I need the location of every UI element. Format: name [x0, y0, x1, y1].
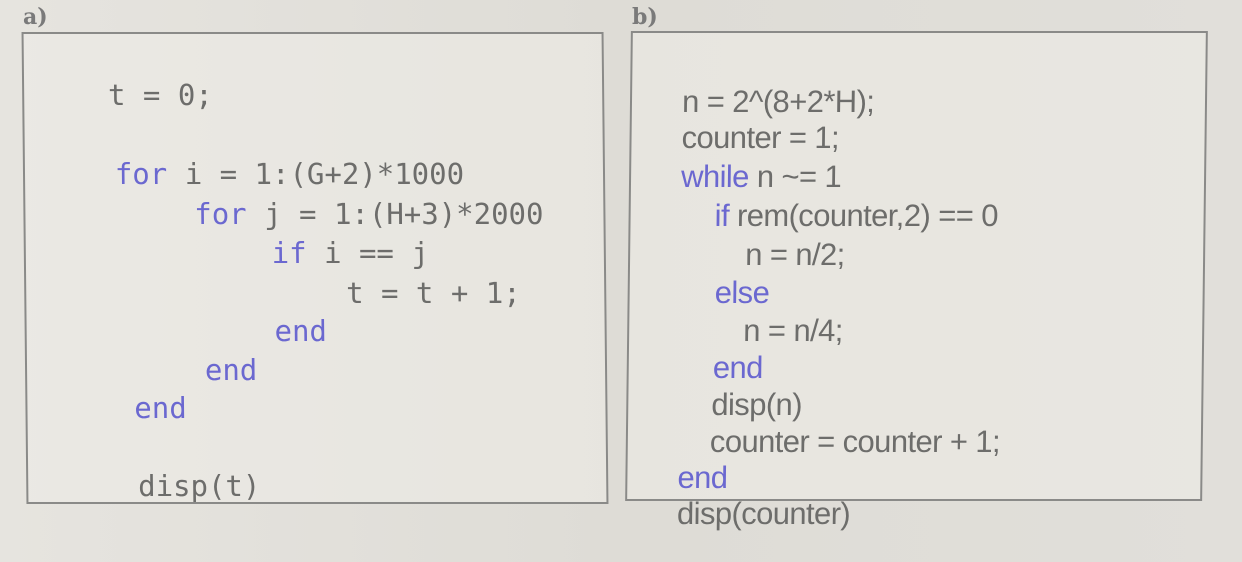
code-text: disp(t) [138, 469, 261, 503]
code-keyword: end [134, 391, 187, 425]
code-line: end [64, 365, 187, 452]
code-keyword: end [274, 314, 327, 348]
code-text: t = t + 1; [346, 276, 521, 310]
panel-b-label: b) [632, 6, 658, 28]
code-line: disp(counter) [644, 467, 850, 560]
code-text: disp(counter) [677, 496, 851, 531]
panel-a-label: a) [23, 6, 48, 28]
code-line: disp(t) [68, 443, 261, 530]
code-text: counter = counter + 1; [710, 424, 1001, 459]
code-panel-b: n = 2^(8+2*H); counter = 1; while n ~= 1… [625, 31, 1208, 501]
code-panel-a: t = 0; for i = 1:(G+2)*1000 for j = 1:(H… [22, 32, 609, 504]
code-text: t = 0; [108, 78, 213, 112]
code-line: t = 0; [38, 52, 214, 139]
code-keyword: end [205, 353, 258, 387]
